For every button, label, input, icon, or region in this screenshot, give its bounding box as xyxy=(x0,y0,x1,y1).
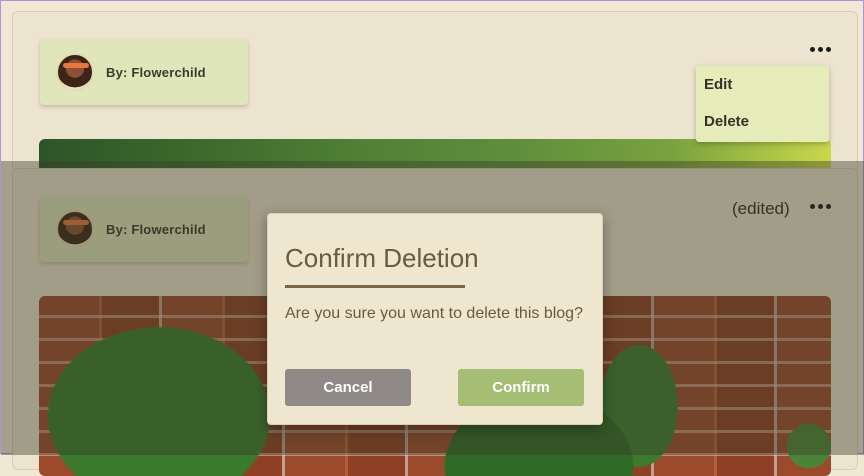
author-badge: By: Flowerchild xyxy=(40,39,248,105)
post-options-menu: Edit Delete xyxy=(696,66,829,142)
dialog-message: Are you sure you want to delete this blo… xyxy=(285,305,583,322)
dialog-title: Confirm Deletion xyxy=(285,243,479,273)
confirm-button[interactable]: Confirm xyxy=(458,369,584,406)
title-underline xyxy=(285,285,465,288)
more-options-icon[interactable] xyxy=(805,39,835,59)
author-name: By: Flowerchild xyxy=(106,64,206,80)
cancel-button[interactable]: Cancel xyxy=(285,369,411,406)
avatar xyxy=(56,53,94,91)
menu-item-delete[interactable]: Delete xyxy=(696,103,829,140)
menu-item-edit[interactable]: Edit xyxy=(696,66,829,103)
confirm-deletion-dialog: Confirm Deletion Are you sure you want t… xyxy=(267,213,603,425)
